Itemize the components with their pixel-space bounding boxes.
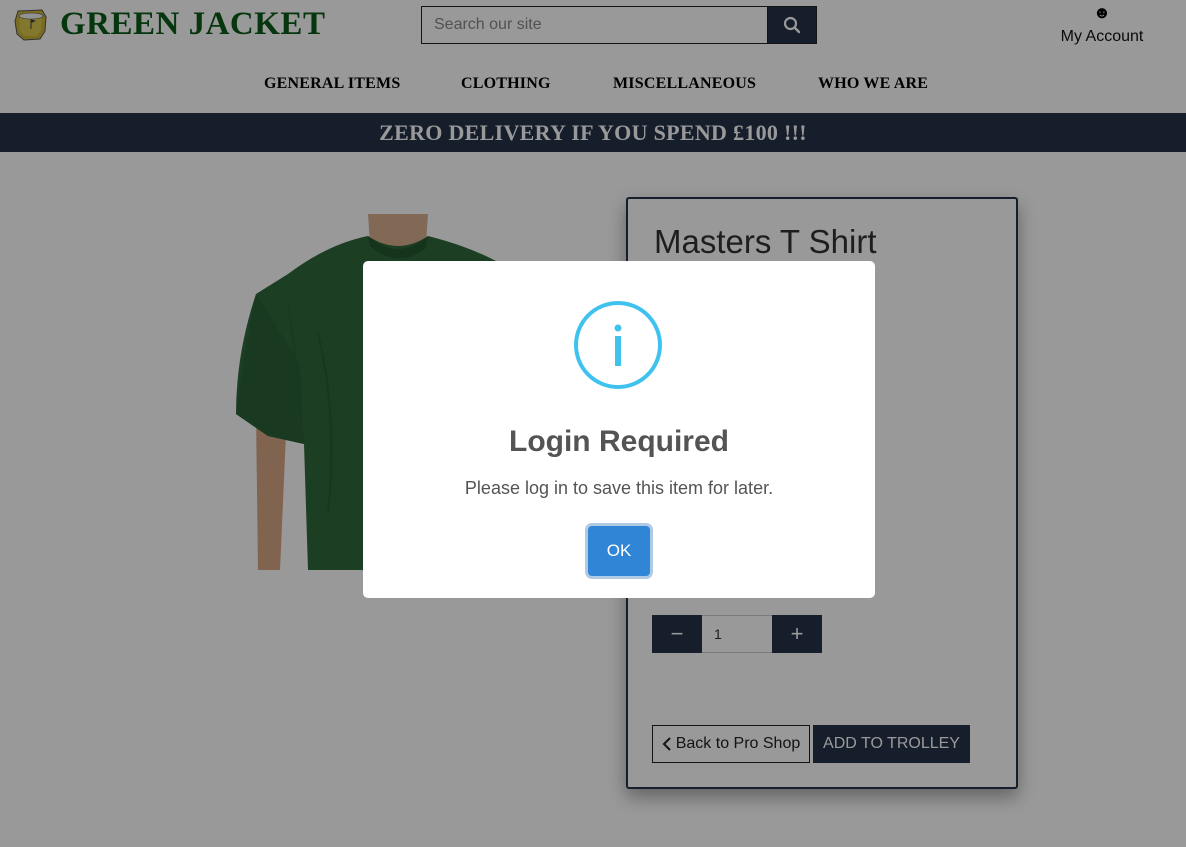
dialog-title: Login Required <box>509 425 729 458</box>
info-icon <box>574 301 662 389</box>
login-required-dialog: Login Required Please log in to save thi… <box>363 261 875 598</box>
ok-button[interactable]: OK <box>588 526 650 576</box>
dialog-message: Please log in to save this item for late… <box>464 478 774 498</box>
